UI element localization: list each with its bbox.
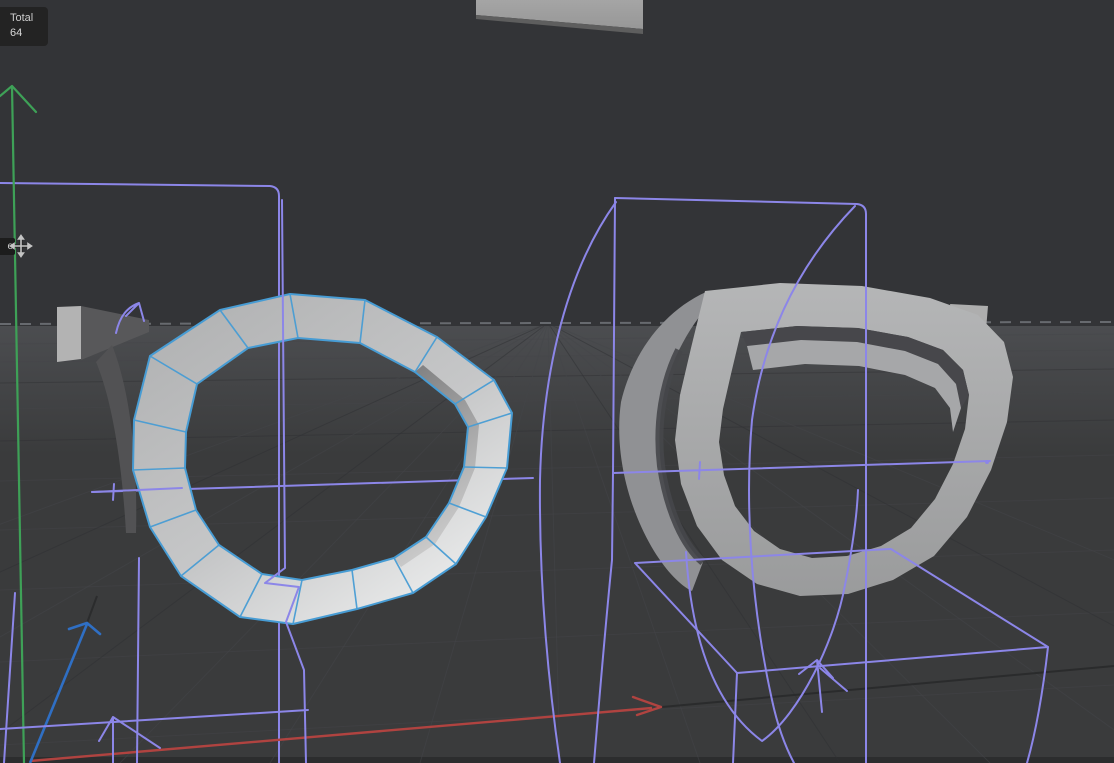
sky-region bbox=[0, 0, 1114, 326]
stats-value: 64 bbox=[10, 26, 42, 41]
3d-viewport[interactable]: Total 64 e bbox=[0, 0, 1114, 763]
stats-panel: Total 64 bbox=[0, 7, 48, 46]
move-cursor-icon bbox=[8, 233, 34, 259]
bottom-strip bbox=[0, 757, 1114, 763]
stats-label: Total bbox=[10, 11, 42, 26]
scene-svg bbox=[0, 0, 1114, 763]
